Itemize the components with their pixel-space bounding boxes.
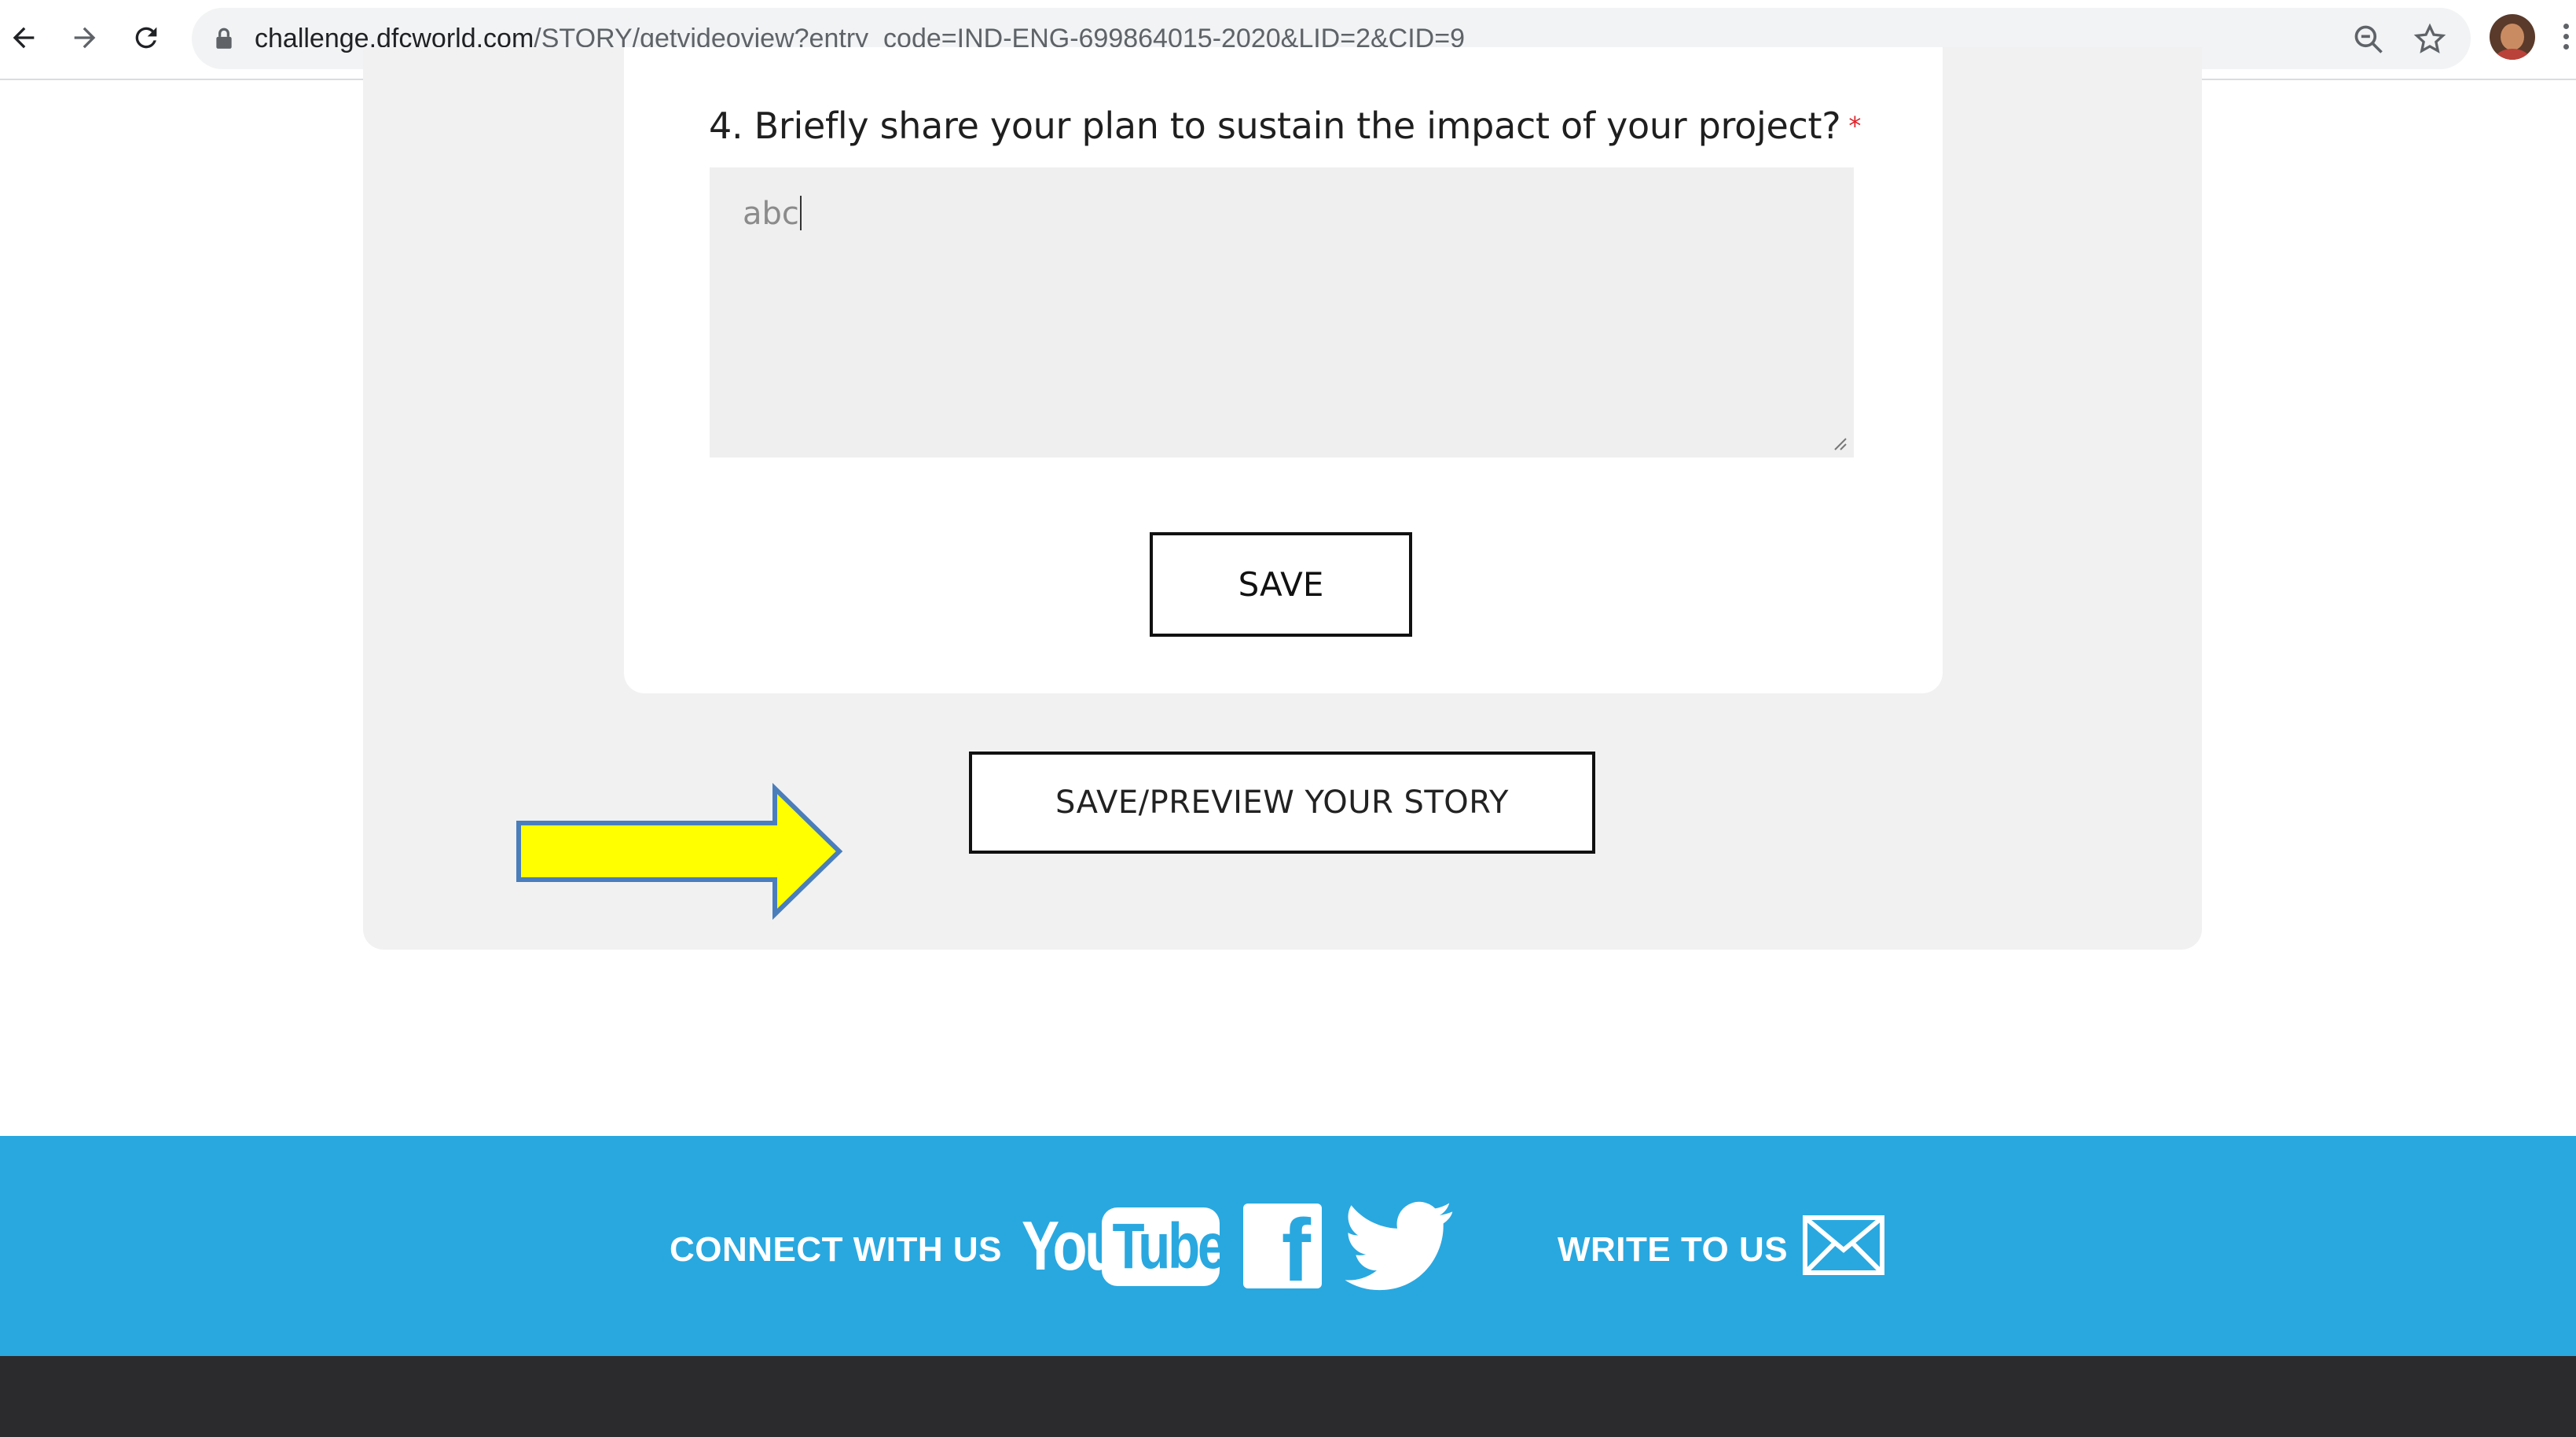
- profile-avatar[interactable]: [2490, 14, 2535, 60]
- reload-button[interactable]: [123, 14, 170, 61]
- back-button[interactable]: [0, 14, 47, 61]
- text-caret: [799, 196, 802, 230]
- connect-with-us-label: CONNECT WITH US: [670, 1230, 1003, 1269]
- forward-icon: [74, 27, 96, 49]
- facebook-letter: f: [1281, 1204, 1311, 1288]
- forward-button[interactable]: [61, 14, 108, 61]
- question-text: 4. Briefly share your plan to sustain th…: [709, 105, 1841, 147]
- reload-icon: [135, 27, 157, 49]
- back-icon: [13, 27, 35, 49]
- answer-value: abc: [743, 196, 799, 232]
- save-button[interactable]: SAVE: [1150, 532, 1412, 637]
- question-label: 4. Briefly share your plan to sustain th…: [709, 101, 1861, 151]
- twitter-icon[interactable]: [1341, 1201, 1459, 1292]
- required-asterisk: *: [1848, 111, 1862, 141]
- lock-icon: [216, 28, 232, 49]
- write-to-us-label: WRITE TO US: [1558, 1230, 1789, 1269]
- resize-grip-icon[interactable]: [1830, 434, 1848, 451]
- answer-textarea[interactable]: abc: [710, 167, 1854, 458]
- menu-icon[interactable]: [2563, 24, 2569, 54]
- mail-icon[interactable]: [1803, 1215, 1884, 1275]
- arrow-annotation: [516, 782, 843, 921]
- facebook-icon[interactable]: f: [1243, 1204, 1322, 1288]
- youtube-tube-box: Tube: [1102, 1207, 1227, 1286]
- youtube-tube-text: Tube: [1112, 1211, 1227, 1282]
- save-preview-story-button[interactable]: SAVE/PREVIEW YOUR STORY: [969, 752, 1595, 854]
- star-icon[interactable]: [2413, 22, 2447, 57]
- footer-bottom-bar: [0, 1356, 2576, 1437]
- zoom-icon[interactable]: [2351, 22, 2386, 57]
